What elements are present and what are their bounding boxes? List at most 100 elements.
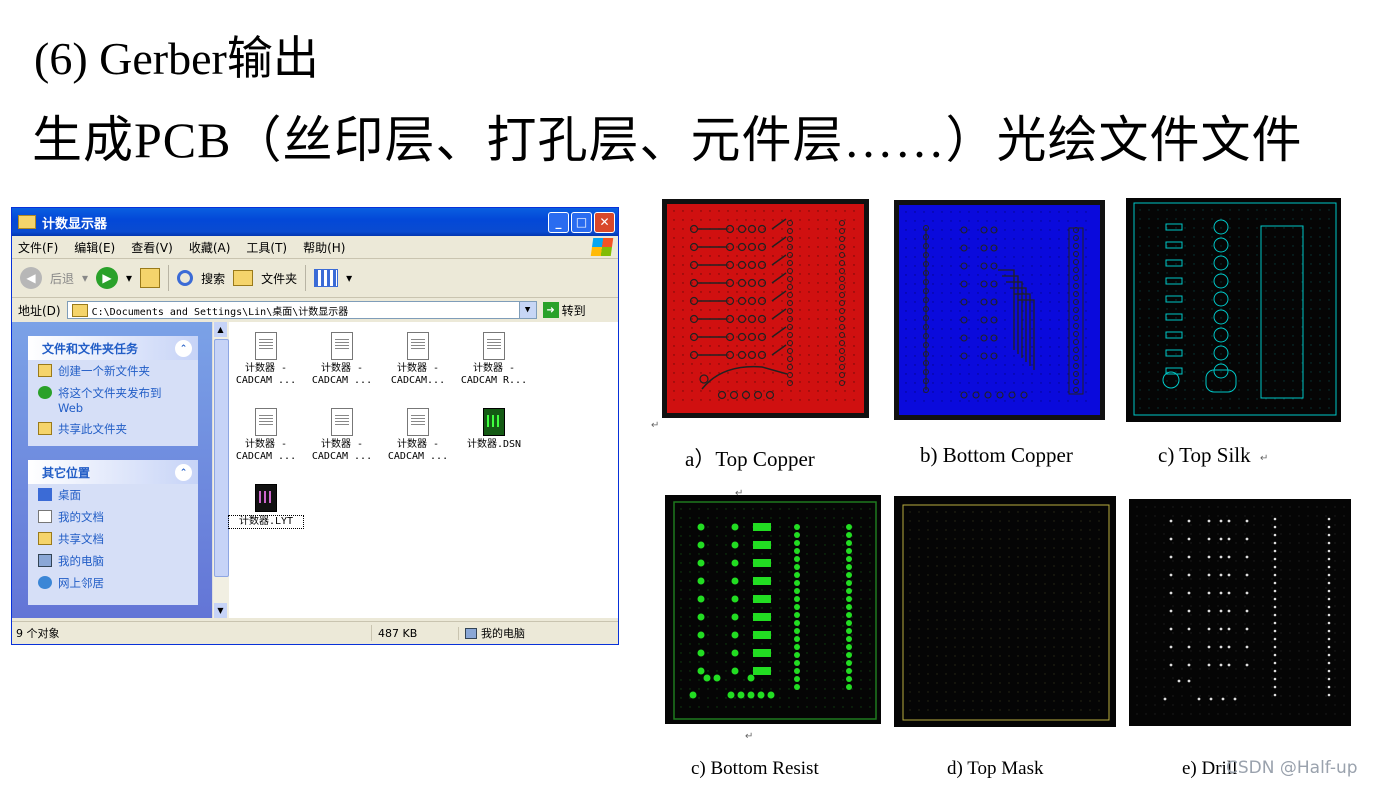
resist-pad [794,668,800,674]
menu-tools[interactable]: 工具(T) [246,239,287,256]
toolbar-separator [168,265,170,291]
place-shared-documents[interactable]: 共享文档 [28,528,198,550]
grid-dot [1136,686,1138,688]
place-network[interactable]: 网上邻居 [28,572,198,594]
grid-dot [1319,254,1321,256]
grid-dot [826,363,828,365]
address-input[interactable]: C:\Documents and Settings\Lin\桌面\计数显示器 ▼ [66,301,537,319]
file-item[interactable]: 计数器.DSN [456,408,532,451]
grid-dot [1181,623,1183,625]
grid-dot [932,346,934,348]
task-share-folder[interactable]: 共享此文件夹 [28,418,198,440]
vertical-scrollbar[interactable]: ▲ ▼ [212,322,229,618]
grid-dot [1089,538,1091,540]
task-new-folder[interactable]: 创建一个新文件夹 [28,360,198,382]
grid-dot [1004,265,1006,267]
go-button[interactable]: ➜ 转到 [542,302,586,319]
folders-icon[interactable] [233,270,254,286]
menu-help[interactable]: 帮助(H) [303,239,345,256]
place-my-computer[interactable]: 我的电脑 [28,550,198,572]
file-item[interactable]: 计数器 - CADCAM ... [228,332,304,387]
file-item[interactable]: 计数器 - CADCAM ... [304,332,380,387]
folders-button[interactable]: 文件夹 [261,270,297,287]
file-item[interactable]: 计数器 - CADCAM... [380,332,456,387]
grid-dot [999,538,1001,540]
task-publish-web[interactable]: 将这个文件夹发布到 Web [28,382,198,418]
grid-dot [1136,569,1138,571]
menu-edit[interactable]: 编辑(E) [74,239,115,256]
menu-file[interactable]: 文件(F) [18,239,58,256]
minimize-button[interactable]: _ [548,211,569,233]
computer-icon [38,554,52,567]
forward-dropdown-icon[interactable]: ▾ [126,271,132,285]
file-item[interactable]: 计数器 - CADCAM ... [228,408,304,463]
grid-dot [1089,637,1091,639]
grid-dot [1017,610,1019,612]
collapse-icon[interactable]: ⌃ [175,464,192,481]
place-my-documents[interactable]: 我的文档 [28,506,198,528]
maximize-button[interactable]: □ [571,211,592,233]
file-tasks-header[interactable]: 文件和文件夹任务 ⌃ [28,336,198,360]
grid-dot [1098,610,1100,612]
grid-dot [1098,556,1100,558]
grid-dot [1208,533,1210,535]
grid-dot [1307,605,1309,607]
back-button[interactable]: 后退 [50,270,74,287]
resist-pad [747,691,755,699]
grid-dot [1157,362,1159,364]
views-dropdown-icon[interactable]: ▾ [346,271,352,285]
menu-view[interactable]: 查看(V) [131,239,173,256]
back-icon[interactable]: ◀ [20,267,42,289]
resistor-outline [1165,331,1183,339]
search-icon[interactable] [177,270,194,286]
window-titlebar[interactable]: 计数显示器 _ □ ✕ [12,208,618,236]
grid-dot [1343,551,1345,553]
grid-dot [1145,506,1147,508]
grid-dot [1319,380,1321,382]
grid-dot [682,399,684,401]
ic-outline [1260,225,1304,399]
address-dropdown-icon[interactable]: ▼ [518,302,536,318]
grid-dot [1154,551,1156,553]
collapse-icon[interactable]: ⌃ [175,340,192,357]
pcb-top-copper [662,199,869,418]
grid-dot [1035,556,1037,558]
grid-dot [1265,236,1267,238]
grid-dot [1319,371,1321,373]
grid-dot [1307,578,1309,580]
file-item[interactable]: 计数器 - CADCAM ... [380,408,456,463]
menu-favorites[interactable]: 收藏(A) [189,239,231,256]
grid-dot [1235,686,1237,688]
forward-icon[interactable]: ▶ [96,267,119,289]
grid-dot [1136,578,1138,580]
place-desktop[interactable]: 桌面 [28,484,198,506]
grid-dot [914,220,916,222]
grid-dot [772,399,774,401]
grid-dot [682,219,684,221]
other-places-header[interactable]: 其它位置 ⌃ [28,460,198,484]
grid-dot [1256,389,1258,391]
file-item[interactable]: 计数器 - CADCAM ... [304,408,380,463]
scroll-up-icon[interactable]: ▲ [214,322,227,337]
back-dropdown-icon[interactable]: ▾ [82,271,88,285]
grid-dot [835,363,837,365]
grid-dot [1157,398,1159,400]
grid-dot [1298,524,1300,526]
file-item-selected[interactable]: 计数器.LYT [228,484,304,529]
views-icon[interactable] [314,269,339,287]
search-button[interactable]: 搜索 [201,270,225,287]
close-button[interactable]: ✕ [594,211,615,233]
grid-dot [932,211,934,213]
grid-dot [1049,328,1051,330]
grid-dot [869,652,871,654]
scroll-down-icon[interactable]: ▼ [214,603,227,618]
grid-dot [1211,398,1213,400]
grid-dot [1049,382,1051,384]
scroll-thumb[interactable] [214,339,229,577]
file-item[interactable]: 计数器 - CADCAM R... [456,332,532,387]
up-folder-icon[interactable] [140,268,161,288]
grid-dot [853,291,855,293]
grid-dot [734,697,736,699]
grid-dot [1166,209,1168,211]
grid-dot [842,553,844,555]
